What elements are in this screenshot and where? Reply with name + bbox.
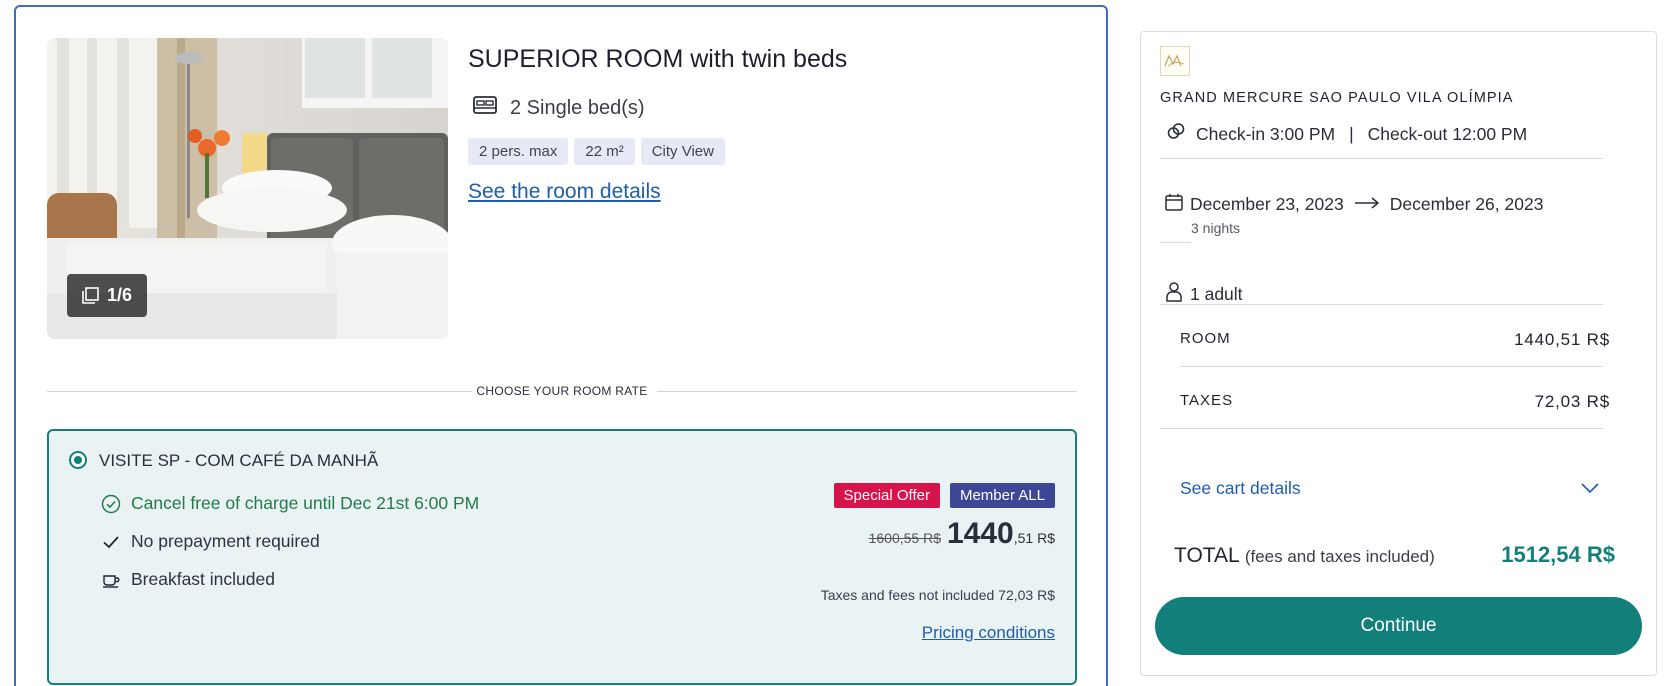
- taxes-note: Taxes and fees not included 72,03 R$: [820, 587, 1055, 603]
- bed-icon: [472, 95, 498, 121]
- divider: [1160, 304, 1603, 305]
- check-circle-icon: [101, 494, 121, 514]
- nights-count: 3 nights: [1191, 220, 1241, 236]
- cart-details-toggle[interactable]: See cart details: [1180, 478, 1610, 499]
- divider-line-right: [657, 391, 1077, 392]
- guests-count: 1 adult: [1190, 284, 1243, 304]
- checkin-time: Check-in 3:00 PM: [1196, 124, 1336, 144]
- bed-info: 2 Single bed(s): [472, 95, 645, 121]
- total-label-text: TOTAL: [1174, 544, 1239, 567]
- rate-name: VISITE SP - COM CAFÉ DA MANHÃ: [99, 451, 379, 470]
- benefit-prepayment: No prepayment required: [101, 531, 320, 552]
- hotel-logo: [1160, 46, 1190, 76]
- divider: [1160, 428, 1603, 429]
- booking-summary: GRAND MERCURE SAO PAULO VILA OLÍMPIA Che…: [1140, 31, 1657, 676]
- total-row: TOTAL (fees and taxes included) 1512,54 …: [1174, 542, 1615, 568]
- room-photo[interactable]: 1/6: [47, 38, 448, 339]
- benefit-cancellation: Cancel free of charge until Dec 21st 6:0…: [101, 493, 479, 514]
- link-icon: [1166, 122, 1186, 147]
- tag-view: City View: [640, 138, 725, 165]
- total-amount: 1512,54 R$: [1501, 542, 1615, 567]
- chevron-down-icon: [1580, 478, 1600, 499]
- room-title: SUPERIOR ROOM with twin beds: [468, 45, 848, 73]
- room-line-item: ROOM 1440,51 R$: [1180, 330, 1610, 350]
- taxes-label: TAXES: [1180, 392, 1234, 409]
- rate-section-divider: CHOOSE YOUR ROOM RATE: [47, 384, 1077, 398]
- rate-badges: Special Offer Member ALL: [833, 483, 1055, 508]
- taxes-line-item: TAXES 72,03 R$: [1180, 392, 1610, 412]
- arrow-right-icon: [1354, 194, 1380, 215]
- price-integer: 1440: [947, 517, 1014, 550]
- member-badge: Member ALL: [949, 483, 1055, 508]
- room-card: 1/6 SUPERIOR ROOM with twin beds 2 Singl…: [14, 5, 1108, 686]
- checkin-info: Check-in 3:00 PM | Check-out 12:00 PM: [1166, 122, 1527, 147]
- room-tags: 2 pers. max 22 m² City View: [468, 138, 725, 165]
- calendar-icon: [1164, 192, 1184, 217]
- rate-price: 1600,55 R$ 1440 ,51 R$: [869, 517, 1055, 551]
- total-note: (fees and taxes included): [1244, 547, 1435, 566]
- coffee-cup-icon: [101, 570, 121, 590]
- bed-label: 2 Single bed(s): [510, 96, 645, 119]
- photo-counter-text: 1/6: [107, 285, 133, 305]
- cart-details-label: See cart details: [1180, 478, 1301, 498]
- pricing-conditions-link[interactable]: Pricing conditions: [922, 623, 1055, 643]
- price-decimal: ,51 R$: [1013, 530, 1055, 546]
- taxes-amount: 72,03 R$: [1534, 392, 1610, 411]
- benefit-breakfast: Breakfast included: [101, 569, 275, 590]
- room-details-link[interactable]: See the room details: [468, 180, 661, 204]
- benefit-breakfast-text: Breakfast included: [131, 569, 275, 589]
- special-offer-badge: Special Offer: [833, 483, 940, 508]
- room-amount: 1440,51 R$: [1514, 330, 1610, 349]
- check-icon: [101, 532, 121, 552]
- total-label: TOTAL (fees and taxes included): [1174, 544, 1435, 568]
- tag-size: 22 m²: [574, 138, 635, 165]
- continue-button[interactable]: Continue: [1155, 597, 1642, 655]
- old-price: 1600,55 R$: [868, 530, 941, 546]
- divider-short: [1160, 242, 1191, 243]
- checkin-separator: |: [1349, 124, 1354, 144]
- date-from: December 23, 2023: [1190, 194, 1344, 214]
- photo-counter-button[interactable]: 1/6: [67, 274, 148, 317]
- date-to: December 26, 2023: [1389, 194, 1544, 214]
- rate-radio-button[interactable]: [69, 451, 87, 469]
- checkout-time: Check-out 12:00 PM: [1367, 124, 1528, 144]
- gallery-icon: [82, 287, 99, 304]
- rate-option[interactable]: VISITE SP - COM CAFÉ DA MANHÃ Cancel fre…: [47, 429, 1077, 685]
- room-label: ROOM: [1180, 330, 1231, 347]
- stay-dates: December 23, 2023 December 26, 2023: [1164, 192, 1543, 217]
- tag-capacity: 2 pers. max: [468, 138, 569, 165]
- benefit-cancellation-text: Cancel free of charge until Dec 21st 6:0…: [131, 493, 480, 513]
- hotel-name: GRAND MERCURE SAO PAULO VILA OLÍMPIA: [1160, 90, 1514, 106]
- benefit-prepayment-text: No prepayment required: [131, 531, 320, 551]
- divider: [1160, 158, 1603, 159]
- divider: [1180, 366, 1603, 367]
